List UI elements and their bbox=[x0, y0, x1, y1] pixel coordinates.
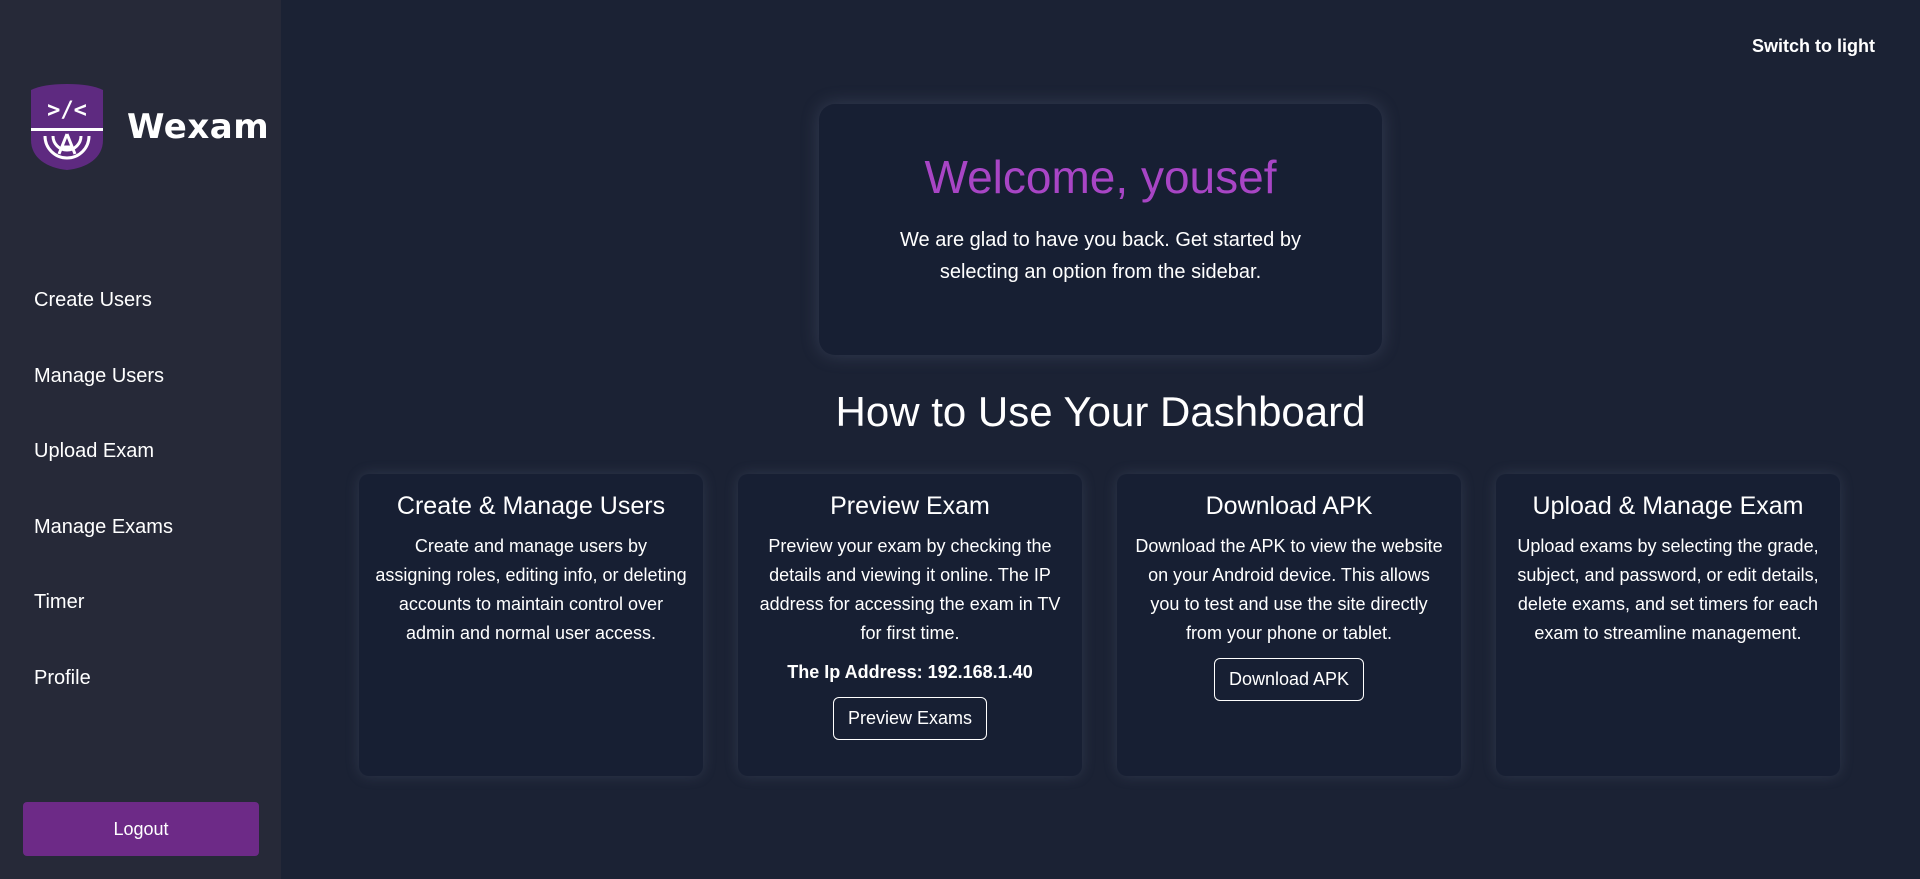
brand-logo: >/< Wexam bbox=[27, 82, 269, 172]
app-root: >/< Wexam Create Users Manage Users Uplo… bbox=[0, 0, 1920, 879]
card-title: Upload & Manage Exam bbox=[1532, 492, 1804, 520]
card-title: Create & Manage Users bbox=[396, 492, 666, 520]
card-download-apk: Download APK Download the APK to view th… bbox=[1117, 474, 1461, 776]
wexam-shield-icon: >/< bbox=[31, 84, 103, 170]
card-preview-exam: Preview Exam Preview your exam by checki… bbox=[738, 474, 1082, 776]
theme-toggle-button[interactable]: Switch to light bbox=[1752, 36, 1875, 57]
logout-button[interactable]: Logout bbox=[23, 802, 259, 856]
dashboard-heading: How to Use Your Dashboard bbox=[835, 388, 1366, 435]
download-apk-button[interactable]: Download APK bbox=[1213, 658, 1365, 701]
card-create-manage-users: Create & Manage Users Create and manage … bbox=[359, 474, 703, 776]
ip-address-text: The Ip Address: 192.168.1.40 bbox=[787, 662, 1033, 682]
welcome-text: We are glad to have you back. Get starte… bbox=[900, 229, 1301, 283]
brand-name: Wexam bbox=[127, 107, 270, 147]
card-text: Create and manage users by assigning rol… bbox=[375, 536, 687, 643]
card-text: Upload exams by selecting the grade, sub… bbox=[1517, 536, 1819, 643]
sidebar-item-profile[interactable]: Profile bbox=[34, 660, 173, 736]
sidebar-item-manage-exams[interactable]: Manage Exams bbox=[34, 509, 173, 585]
welcome-card: Welcome, yousef We are glad to have you … bbox=[819, 104, 1382, 355]
sidebar-item-timer[interactable]: Timer bbox=[34, 584, 173, 660]
card-title: Download APK bbox=[1205, 492, 1373, 520]
welcome-title: Welcome, yousef bbox=[924, 151, 1277, 203]
preview-exams-button[interactable]: Preview Exams bbox=[832, 697, 988, 740]
sidebar-item-create-users[interactable]: Create Users bbox=[34, 282, 173, 358]
card-title: Preview Exam bbox=[830, 492, 990, 520]
logo-glyph: >/< bbox=[47, 98, 87, 123]
card-upload-manage-exam: Upload & Manage Exam Upload exams by sel… bbox=[1496, 474, 1840, 776]
card-text: Download the APK to view the website on … bbox=[1135, 536, 1443, 643]
sidebar-item-manage-users[interactable]: Manage Users bbox=[34, 358, 173, 434]
sidebar-item-upload-exam[interactable]: Upload Exam bbox=[34, 433, 173, 509]
sidebar-nav: Create Users Manage Users Upload Exam Ma… bbox=[34, 282, 173, 735]
card-text: Preview your exam by checking the detail… bbox=[759, 536, 1061, 643]
sidebar: >/< Wexam Create Users Manage Users Uplo… bbox=[0, 0, 281, 879]
main-content: Switch to light Welcome, yousef We are g… bbox=[281, 0, 1920, 879]
